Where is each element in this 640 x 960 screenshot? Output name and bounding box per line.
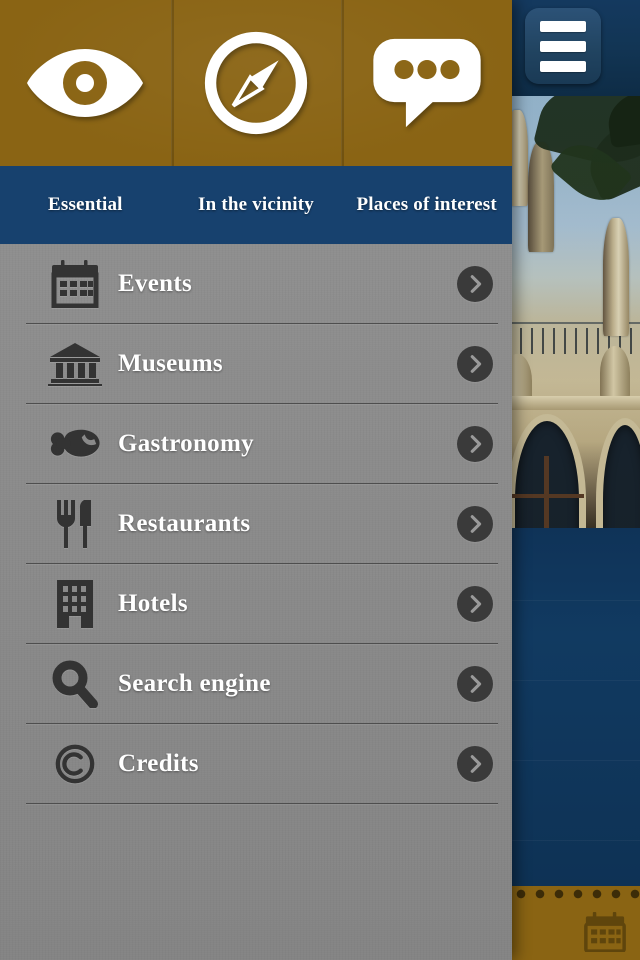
menu-item-credits[interactable]: Credits — [0, 724, 512, 804]
drumstick-icon — [48, 428, 102, 460]
menu-item-arrow[interactable] — [438, 746, 512, 782]
menu-item-label: Gastronomy — [118, 430, 254, 457]
menu-item-hotels[interactable]: Hotels — [0, 564, 512, 644]
menu-item-events[interactable]: Events — [0, 244, 512, 324]
chat-bubble-icon — [371, 37, 483, 129]
chevron-right-icon — [457, 586, 493, 622]
chevron-right-icon — [457, 666, 493, 702]
tab-places-of-interest[interactable] — [341, 0, 512, 166]
cutlery-icon — [48, 500, 102, 548]
building-icon — [48, 580, 102, 628]
menu-item-arrow[interactable] — [438, 426, 512, 462]
compass-icon — [203, 30, 309, 136]
tab-label-places-of-interest[interactable]: Places of interest — [341, 166, 512, 244]
hamburger-bar — [540, 20, 586, 32]
tab-essential[interactable] — [0, 0, 171, 166]
chevron-right-icon — [457, 506, 493, 542]
menu-item-label: Credits — [118, 750, 199, 777]
menu-item-arrow[interactable] — [438, 266, 512, 302]
menu-item-restaurants[interactable]: Restaurants — [0, 484, 512, 564]
menu-list: Events Museums Gastronomy Restaurants Ho… — [0, 244, 512, 960]
hamburger-bar — [540, 60, 586, 72]
menu-item-search-engine[interactable]: Search engine — [0, 644, 512, 724]
chevron-right-icon — [457, 266, 493, 302]
tab-label-bar: Essential In the vicinity Places of inte… — [0, 166, 512, 244]
tab-label-in-the-vicinity[interactable]: In the vicinity — [171, 166, 342, 244]
magnifier-icon — [48, 660, 102, 708]
menu-item-label: Museums — [118, 350, 223, 377]
hamburger-bar — [540, 40, 586, 52]
copyright-icon — [48, 743, 102, 785]
calendar-icon — [584, 912, 626, 953]
tab-in-the-vicinity[interactable] — [170, 0, 342, 166]
tab-label-essential[interactable]: Essential — [0, 166, 171, 244]
menu-item-museums[interactable]: Museums — [0, 324, 512, 404]
calendar-icon — [48, 260, 102, 308]
museum-icon — [48, 342, 102, 386]
navigation-drawer: Essential In the vicinity Places of inte… — [0, 0, 512, 960]
menu-item-arrow[interactable] — [438, 586, 512, 622]
menu-item-arrow[interactable] — [438, 346, 512, 382]
menu-item-label: Hotels — [118, 590, 188, 617]
chevron-right-icon — [457, 426, 493, 462]
menu-item-label: Events — [118, 270, 193, 297]
chevron-right-icon — [457, 346, 493, 382]
menu-item-arrow[interactable] — [438, 506, 512, 542]
menu-item-label: Restaurants — [118, 510, 251, 537]
tab-icon-bar — [0, 0, 512, 166]
menu-item-label: Search engine — [118, 670, 271, 697]
chevron-right-icon — [457, 746, 493, 782]
eye-icon — [25, 45, 145, 121]
hamburger-icon[interactable] — [525, 8, 601, 84]
menu-item-gastronomy[interactable]: Gastronomy — [0, 404, 512, 484]
menu-item-arrow[interactable] — [438, 666, 512, 702]
